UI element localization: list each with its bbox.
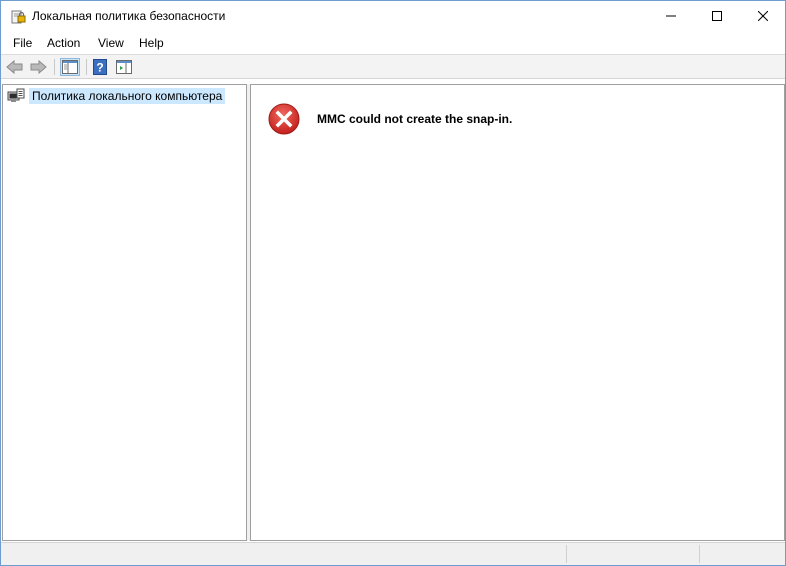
- mmc-window: Локальная политика безопасности File Act…: [0, 0, 786, 566]
- security-policy-icon: [10, 8, 26, 24]
- maximize-button[interactable]: [694, 1, 740, 31]
- minimize-button[interactable]: [648, 1, 694, 31]
- menu-action[interactable]: Action: [47, 35, 80, 51]
- show-hide-console-tree-button[interactable]: [60, 58, 80, 76]
- close-icon: [758, 11, 768, 21]
- menu-help[interactable]: Help: [139, 35, 164, 51]
- console-tree-pane[interactable]: Политика локального компьютера: [2, 84, 247, 541]
- result-pane: MMC could not create the snap-in.: [250, 84, 785, 541]
- forward-arrow-icon: [30, 60, 47, 74]
- computer-policy-icon: [7, 88, 25, 104]
- help-button[interactable]: ?: [90, 58, 110, 76]
- back-button[interactable]: [5, 58, 25, 76]
- forward-button[interactable]: [28, 58, 48, 76]
- error-icon: [268, 103, 300, 135]
- status-cell: [566, 545, 699, 563]
- title-bar[interactable]: Локальная политика безопасности: [1, 1, 785, 31]
- error-message: MMC could not create the snap-in.: [317, 112, 513, 126]
- status-cell: [699, 545, 785, 563]
- maximize-icon: [712, 11, 722, 21]
- tree-item-local-computer-policy[interactable]: Политика локального компьютера: [7, 87, 226, 105]
- toolbar-separator: [86, 59, 87, 75]
- menu-file[interactable]: File: [13, 35, 32, 51]
- window-title: Локальная политика безопасности: [32, 9, 226, 23]
- minimize-icon: [666, 15, 676, 17]
- help-icon: ?: [93, 59, 107, 75]
- menu-bar: File Action View Help: [1, 32, 785, 54]
- close-button[interactable]: [740, 1, 786, 31]
- show-hide-action-pane-button[interactable]: [114, 58, 134, 76]
- action-pane-icon: [116, 60, 132, 74]
- status-bar: [1, 542, 785, 565]
- tree-item-label: Политика локального компьютера: [29, 88, 226, 104]
- back-arrow-icon: [6, 60, 23, 74]
- toolbar: ?: [1, 54, 785, 79]
- console-tree-icon: [62, 60, 78, 74]
- svg-text:?: ?: [96, 61, 103, 75]
- menu-view[interactable]: View: [98, 35, 124, 51]
- toolbar-separator: [54, 59, 55, 75]
